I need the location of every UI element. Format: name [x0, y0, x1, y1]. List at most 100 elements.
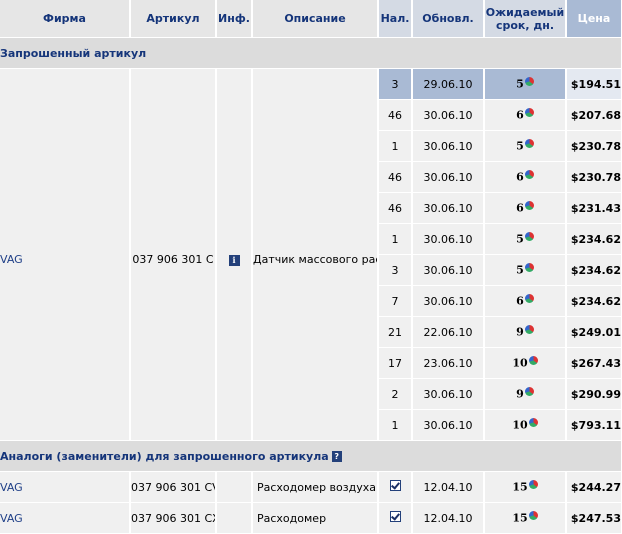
article-cell: 037 906 301 CX [130, 502, 217, 534]
stock-cell: 21 [378, 316, 413, 348]
stock-cell: 1 [378, 223, 413, 255]
price-cell[interactable]: $267.43 [566, 347, 622, 379]
updated-cell: 30.06.10 [412, 285, 485, 317]
expected-cell: 9 [484, 378, 567, 410]
price-cell[interactable]: $194.51 [566, 68, 622, 100]
checkbox-icon[interactable] [389, 511, 401, 522]
updated-cell: 30.06.10 [412, 223, 485, 255]
firm-link[interactable]: VAG [0, 512, 23, 525]
col-description-header[interactable]: Описание [252, 0, 379, 38]
price-cell[interactable]: $234.62 [566, 223, 622, 255]
pie-chart-icon[interactable] [524, 200, 534, 210]
pie-chart-icon[interactable] [524, 169, 534, 179]
expected-cell: 6 [484, 99, 567, 131]
col-article-header[interactable]: Артикул [130, 0, 217, 38]
article-cell: 037 906 301 CV [130, 471, 217, 503]
pie-chart-icon[interactable] [524, 386, 534, 396]
expected-header-line1: Ожидаемый [485, 5, 565, 19]
analogs-section-row: Аналоги (заменители) для запрошенного ар… [0, 440, 622, 472]
expected-days: 5 [516, 139, 524, 153]
price-cell[interactable]: $234.62 [566, 254, 622, 286]
expected-days: 10 [512, 418, 528, 432]
parts-table: Фирма Артикул Инф. Описание Нал. Обновл.… [0, 0, 622, 534]
stock-cell: 46 [378, 99, 413, 131]
expected-days: 9 [516, 387, 524, 401]
price-cell[interactable]: $230.78 [566, 161, 622, 193]
article-cell: 037 906 301 C [130, 68, 217, 441]
expected-cell: 10 [484, 347, 567, 379]
col-price-header[interactable]: Цена [566, 0, 622, 38]
description-cell: Датчик массового расхода воздуха [252, 68, 379, 441]
expected-days: 6 [516, 201, 524, 215]
pie-chart-icon[interactable] [528, 417, 538, 427]
expected-cell: 5 [484, 223, 567, 255]
expected-cell: 15 [484, 502, 567, 534]
expected-days: 10 [512, 356, 528, 370]
expected-days: 15 [512, 480, 528, 494]
expected-days: 6 [516, 294, 524, 308]
stock-cell: 46 [378, 161, 413, 193]
requested-section-title: Запрошенный артикул [0, 37, 622, 69]
stock-cell: 46 [378, 192, 413, 224]
pie-chart-icon[interactable] [528, 479, 538, 489]
price-cell[interactable]: $231.43 [566, 192, 622, 224]
expected-cell: 6 [484, 285, 567, 317]
updated-cell: 30.06.10 [412, 254, 485, 286]
expected-cell: 15 [484, 471, 567, 503]
expected-cell: 6 [484, 161, 567, 193]
pie-chart-icon[interactable] [528, 355, 538, 365]
price-cell[interactable]: $244.27 [566, 471, 622, 503]
expected-cell: 10 [484, 409, 567, 441]
description-cell: Расходомер [252, 502, 379, 534]
price-cell[interactable]: $249.01 [566, 316, 622, 348]
analog-row[interactable]: VAG 037 906 301 CV Расходомер воздуха 12.04… [0, 471, 622, 503]
pie-chart-icon[interactable] [524, 107, 534, 117]
info-cell [216, 502, 253, 534]
info-cell: i [216, 68, 253, 441]
stock-cell: 2 [378, 378, 413, 410]
price-cell[interactable]: $230.78 [566, 130, 622, 162]
col-stock-header[interactable]: Нал. [378, 0, 413, 38]
updated-cell: 30.06.10 [412, 378, 485, 410]
updated-cell: 30.06.10 [412, 99, 485, 131]
updated-cell: 30.06.10 [412, 192, 485, 224]
col-firm-header[interactable]: Фирма [0, 0, 131, 38]
col-expected-header[interactable]: Ожидаемый срок, дн. [484, 0, 567, 38]
expected-days: 5 [516, 77, 524, 91]
price-cell[interactable]: $207.68 [566, 99, 622, 131]
stock-cell [378, 471, 413, 503]
expected-days: 15 [512, 511, 528, 525]
analog-row[interactable]: VAG 037 906 301 CX Расходомер 12.04.10 15 $24… [0, 502, 622, 534]
info-cell [216, 471, 253, 503]
description-cell: Расходомер воздуха [252, 471, 379, 503]
pie-chart-icon[interactable] [528, 510, 538, 520]
col-updated-header[interactable]: Обновл. [412, 0, 485, 38]
firm-link[interactable]: VAG [0, 481, 23, 494]
pie-chart-icon[interactable] [524, 76, 534, 86]
stock-cell: 1 [378, 130, 413, 162]
price-cell[interactable]: $290.99 [566, 378, 622, 410]
firm-cell: VAG [0, 502, 131, 534]
price-cell[interactable]: $793.11 [566, 409, 622, 441]
checkbox-icon[interactable] [389, 480, 401, 491]
analogs-section-cell: Аналоги (заменители) для запрошенного ар… [0, 440, 622, 472]
col-info-header: Инф. [216, 0, 253, 38]
expected-days: 6 [516, 170, 524, 184]
info-icon[interactable]: i [228, 255, 240, 266]
expected-cell: 6 [484, 192, 567, 224]
help-icon[interactable]: ? [331, 451, 342, 462]
price-cell[interactable]: $234.62 [566, 285, 622, 317]
updated-cell: 30.06.10 [412, 161, 485, 193]
updated-cell: 22.06.10 [412, 316, 485, 348]
pie-chart-icon[interactable] [524, 262, 534, 272]
pie-chart-icon[interactable] [524, 138, 534, 148]
pie-chart-icon[interactable] [524, 324, 534, 334]
pie-chart-icon[interactable] [524, 231, 534, 241]
offer-row[interactable]: VAG 037 906 301 C i Датчик массового расход… [0, 68, 622, 441]
expected-cell: 5 [484, 254, 567, 286]
pie-chart-icon[interactable] [524, 293, 534, 303]
updated-cell: 30.06.10 [412, 130, 485, 162]
price-cell[interactable]: $247.53 [566, 502, 622, 534]
requested-section-row: Запрошенный артикул [0, 37, 622, 69]
firm-link[interactable]: VAG [0, 253, 23, 266]
